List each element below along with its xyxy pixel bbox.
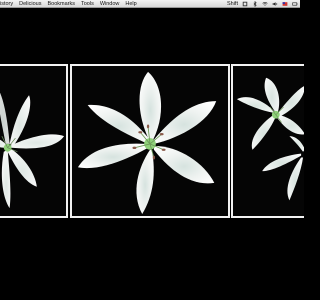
user-label[interactable]: Shift [227, 0, 238, 7]
battery-icon[interactable] [292, 1, 298, 7]
menu-window[interactable]: Window [97, 0, 123, 7]
menu-tools[interactable]: Tools [78, 0, 97, 7]
menu-bar: istory Delicious Bookmarks Tools Window … [0, 0, 300, 8]
lily-right-image [236, 77, 304, 201]
menu-history[interactable]: istory [0, 0, 16, 7]
menu-delicious[interactable]: Delicious [16, 0, 44, 7]
menu-bookmarks[interactable]: Bookmarks [44, 0, 78, 7]
bluetooth-icon[interactable] [252, 1, 258, 7]
photo-center[interactable] [70, 64, 230, 218]
lily-left-image [0, 92, 65, 209]
lily-center-image [77, 71, 217, 215]
flag-icon[interactable] [282, 1, 288, 7]
volume-icon[interactable] [272, 1, 278, 7]
photo-left[interactable] [0, 64, 68, 218]
photo-right[interactable] [231, 64, 304, 218]
status-area: Shift [227, 0, 298, 7]
wifi-icon[interactable] [262, 1, 268, 7]
app-icon[interactable] [242, 1, 248, 7]
menu-help[interactable]: Help [122, 0, 139, 7]
menu-items: istory Delicious Bookmarks Tools Window … [0, 0, 140, 7]
